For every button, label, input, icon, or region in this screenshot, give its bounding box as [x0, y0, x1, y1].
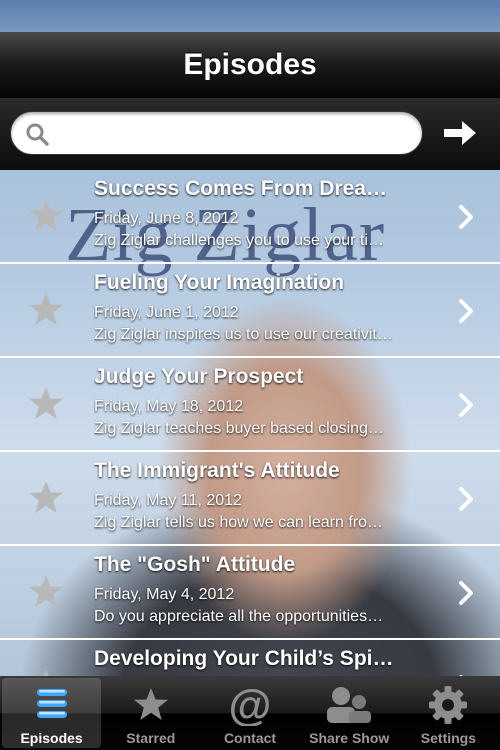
tab-share-show[interactable]: Share Show [300, 678, 399, 748]
star-icon[interactable] [28, 198, 64, 232]
star-icon[interactable] [28, 292, 64, 326]
tab-episodes[interactable]: Episodes [2, 678, 102, 748]
tab-bar: Episodes Starred @ Contact Share Show Se… [0, 676, 500, 750]
tab-settings[interactable]: Settings [399, 678, 498, 748]
tab-label: Starred [126, 730, 176, 746]
episode-description: Zig Ziglar tells us how we can learn fro… [94, 514, 383, 531]
tab-starred[interactable]: Starred [101, 678, 200, 748]
navigation-bar: Episodes [0, 32, 500, 98]
people-icon [327, 687, 372, 723]
list-icon [36, 689, 67, 718]
star-icon [133, 688, 168, 720]
tab-contact[interactable]: @ Contact [200, 678, 299, 748]
chevron-right-icon [459, 299, 473, 323]
page-title: Episodes [183, 47, 317, 81]
search-icon [26, 123, 49, 146]
chevron-right-icon [459, 581, 473, 605]
svg-text:@: @ [229, 684, 272, 726]
search-input[interactable] [59, 118, 409, 150]
chevron-right-icon [459, 487, 473, 511]
episode-date: Friday, May 18, 2012 [94, 398, 244, 415]
chevron-right-icon [459, 205, 473, 229]
episode-date: Friday, June 8, 2012 [94, 210, 239, 227]
episode-title: Developing Your Child’s Spi… [94, 647, 394, 670]
list-item[interactable]: Developing Your Child’s Spi… [0, 640, 500, 676]
episode-date: Friday, May 4, 2012 [94, 586, 235, 603]
star-icon[interactable] [28, 574, 64, 608]
star-icon[interactable] [28, 386, 64, 420]
tab-label: Settings [420, 730, 477, 746]
search-field[interactable] [10, 111, 423, 155]
episode-description: Do you appreciate all the opportunities… [94, 608, 384, 625]
episode-title: The Immigrant's Attitude [94, 459, 340, 482]
episode-title: Success Comes From Drea… [94, 177, 387, 200]
list-item[interactable]: Fueling Your Imagination Friday, June 1,… [0, 264, 500, 358]
episode-title: Judge Your Prospect [94, 365, 304, 388]
arrow-right-icon[interactable] [440, 116, 480, 150]
episode-title: The "Gosh" Attitude [94, 553, 296, 576]
tab-label: Episodes [20, 730, 83, 746]
at-icon: @ [229, 684, 272, 726]
episode-list: Success Comes From Drea… Friday, June 8,… [0, 170, 500, 676]
search-bar [0, 98, 500, 170]
chevron-right-icon [459, 393, 473, 417]
episode-date: Friday, May 11, 2012 [94, 492, 242, 509]
list-item[interactable]: The "Gosh" Attitude Friday, May 4, 2012 … [0, 546, 500, 640]
episode-description: Zig Ziglar inspires us to use our creati… [94, 326, 393, 343]
status-strip [0, 0, 500, 32]
episode-description: Zig Ziglar challenges you to use your ti… [94, 232, 384, 249]
tab-label: Share Show [309, 730, 390, 746]
star-icon[interactable] [28, 668, 64, 676]
episode-description: Zig Ziglar teaches buyer based closing… [94, 420, 384, 437]
star-icon[interactable] [28, 480, 64, 514]
list-item[interactable]: The Immigrant's Attitude Friday, May 11,… [0, 452, 500, 546]
list-item[interactable]: Judge Your Prospect Friday, May 18, 2012… [0, 358, 500, 452]
gear-icon [429, 686, 468, 724]
episode-date: Friday, June 1, 2012 [94, 304, 239, 321]
episode-title: Fueling Your Imagination [94, 271, 345, 294]
list-item[interactable]: Success Comes From Drea… Friday, June 8,… [0, 170, 500, 264]
tab-label: Contact [223, 730, 277, 746]
